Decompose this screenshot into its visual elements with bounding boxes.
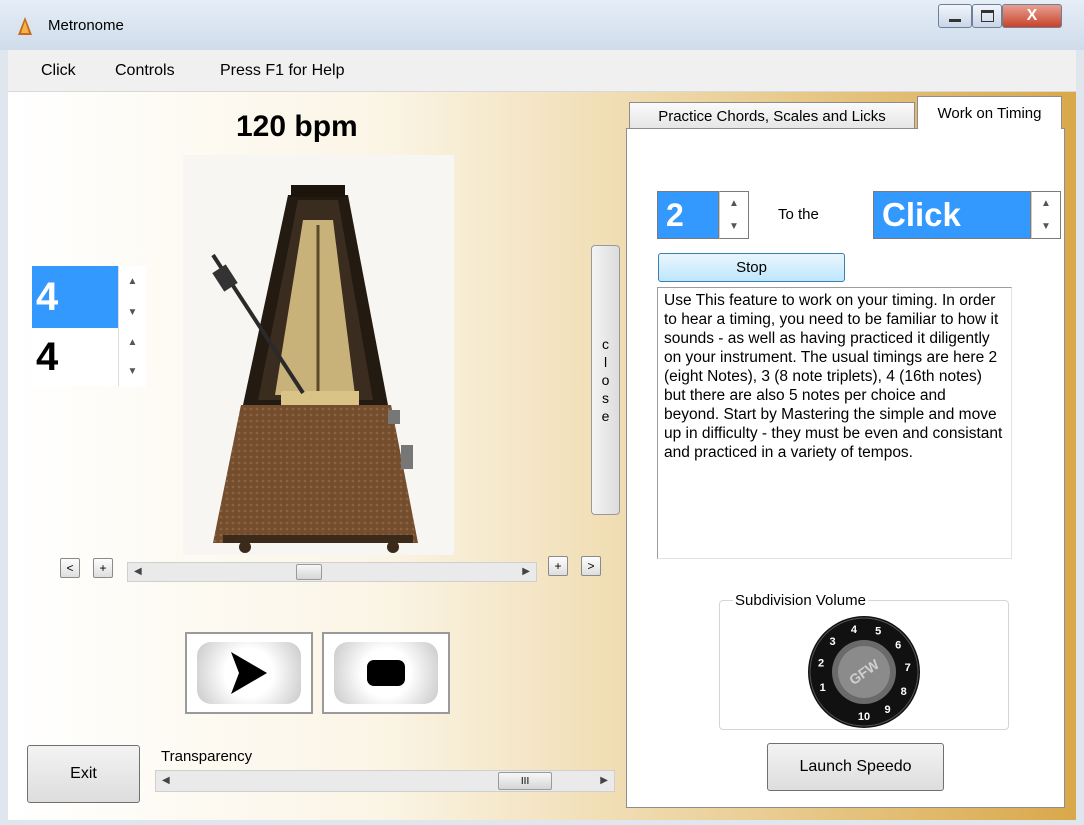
knob-scale-number: 8 — [901, 686, 907, 698]
close-letter: o — [601, 372, 610, 388]
spin-up-icon[interactable]: ▲ — [128, 337, 138, 348]
tempo-increase-button[interactable]: + — [548, 556, 568, 576]
play-button[interactable] — [185, 632, 313, 714]
knob-icon[interactable]: GFW 1234 5678910 — [806, 614, 922, 730]
scroll-right-icon[interactable]: ▶ — [522, 566, 530, 577]
close-panel-button[interactable]: c l o s e — [591, 245, 620, 515]
timing-help-text: Use This feature to work on your timing.… — [657, 287, 1012, 559]
metronome-app-icon — [18, 17, 32, 35]
knob-scale-number: 4 — [851, 624, 858, 636]
metronome-image — [183, 155, 454, 555]
stop-button[interactable] — [322, 632, 450, 714]
metronome-illustration — [183, 155, 454, 555]
subdivision-volume-label: Subdivision Volume — [733, 592, 868, 609]
transparency-slider-thumb[interactable]: III — [498, 772, 553, 790]
exit-button[interactable]: Exit — [27, 745, 140, 803]
spin-up-icon[interactable]: ▲ — [128, 276, 138, 287]
subdivision-count-spinner[interactable]: ▲ ▼ — [719, 191, 749, 239]
knob-scale-number: 5 — [875, 625, 881, 637]
tempo-decrease-button[interactable]: < — [60, 558, 80, 578]
menu-help[interactable]: Press F1 for Help — [220, 62, 344, 80]
target-spinner[interactable]: ▲ ▼ — [1031, 191, 1061, 239]
knob-scale-number: 9 — [884, 704, 890, 716]
spin-up-icon[interactable]: ▲ — [729, 198, 739, 209]
time-signature-bottom-spinner[interactable]: ▲ ▼ — [118, 328, 146, 386]
stop-icon — [367, 660, 405, 686]
time-signature-top-spinner[interactable]: ▲ ▼ — [118, 266, 146, 328]
spin-down-icon[interactable]: ▼ — [128, 307, 138, 318]
tempo-next-button[interactable]: > — [581, 556, 601, 576]
stop-timing-button[interactable]: Stop — [658, 253, 845, 282]
tempo-slider-thumb[interactable] — [295, 564, 322, 580]
transparency-label: Transparency — [161, 748, 253, 765]
target-value[interactable]: Click — [873, 191, 1031, 239]
time-signature-bottom-value[interactable]: 4 — [32, 328, 118, 386]
scroll-left-icon[interactable]: ◀ — [162, 775, 170, 786]
menu-controls[interactable]: Controls — [115, 62, 175, 80]
tempo-readout: 120 bpm — [236, 110, 358, 143]
subdivision-volume-knob[interactable]: GFW 1 2 3 4 5 6 7 8 9 10 — [806, 614, 922, 730]
minimize-icon — [949, 18, 961, 22]
spin-down-icon[interactable]: ▼ — [128, 366, 138, 377]
tempo-increase-small-button[interactable]: + — [93, 558, 113, 578]
tab-work-on-timing[interactable]: Work on Timing — [917, 96, 1062, 129]
maximize-button[interactable] — [972, 4, 1002, 28]
launch-speedo-button[interactable]: Launch Speedo — [767, 743, 944, 791]
title-bar: Metronome X — [0, 0, 1084, 50]
minimize-button[interactable] — [938, 4, 972, 28]
maximize-icon — [980, 10, 994, 22]
tab-practice-chords[interactable]: Practice Chords, Scales and Licks — [629, 102, 915, 130]
knob-scale-number: 1 — [820, 682, 826, 694]
subdivision-count-value[interactable]: 2 — [657, 191, 719, 239]
spin-up-icon[interactable]: ▲ — [1041, 198, 1051, 209]
knob-scale-number: 7 — [905, 662, 911, 674]
menu-click[interactable]: Click — [41, 62, 76, 80]
scroll-left-icon[interactable]: ◀ — [134, 566, 142, 577]
knob-scale-number: 6 — [895, 639, 901, 651]
close-letter: c — [602, 336, 609, 352]
tempo-slider[interactable]: ◀ ▶ — [127, 562, 537, 582]
knob-scale-number: 10 — [858, 711, 870, 723]
to-the-label: To the — [778, 206, 819, 223]
spin-down-icon[interactable]: ▼ — [729, 221, 739, 232]
play-icon — [231, 652, 267, 694]
menu-bar: Click Controls Press F1 for Help — [8, 50, 1076, 92]
transparency-slider[interactable]: ◀ ▶ III — [155, 770, 615, 792]
spin-down-icon[interactable]: ▼ — [1041, 221, 1051, 232]
scroll-right-icon[interactable]: ▶ — [600, 775, 608, 786]
time-signature-top-value[interactable]: 4 — [32, 266, 118, 328]
window-title: Metronome — [48, 17, 124, 34]
close-window-button[interactable]: X — [1002, 4, 1062, 28]
close-letter: l — [603, 354, 608, 370]
knob-scale-number: 3 — [830, 636, 836, 648]
close-icon: X — [1026, 7, 1038, 24]
knob-scale-number: 2 — [818, 658, 824, 670]
close-letter: e — [601, 408, 610, 424]
close-letter: s — [602, 390, 609, 406]
